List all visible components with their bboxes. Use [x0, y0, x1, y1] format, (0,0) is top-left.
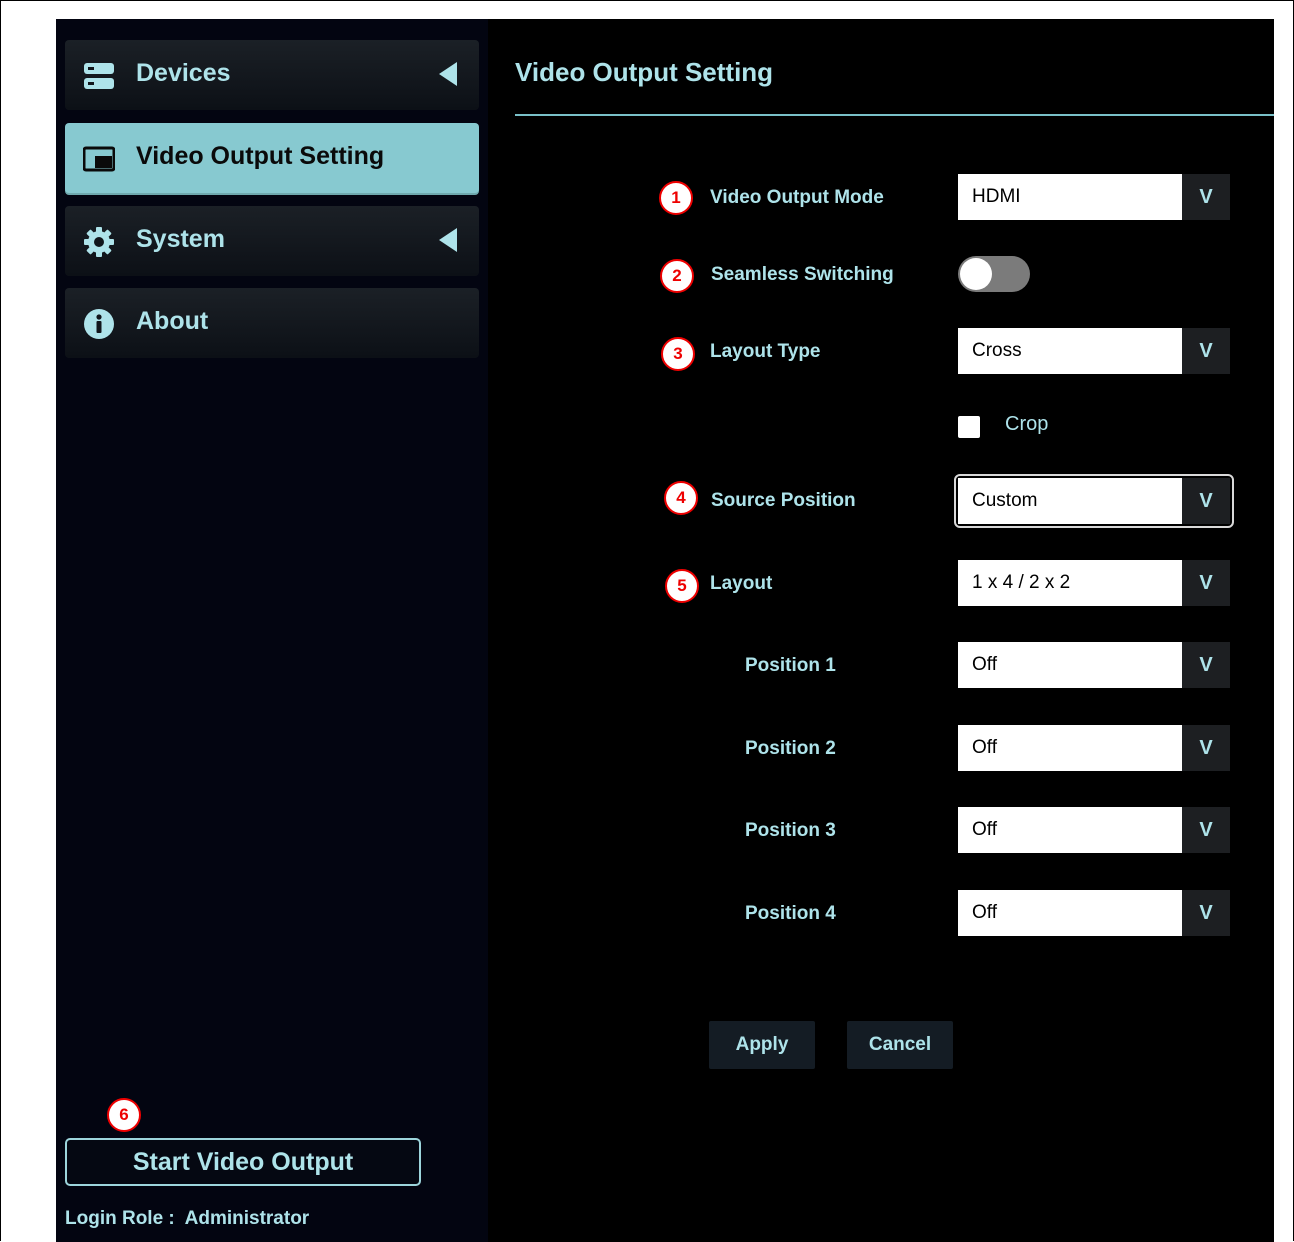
cancel-button[interactable]: Cancel — [847, 1021, 953, 1069]
chevron-down-icon[interactable]: V — [1182, 174, 1230, 220]
seamless-switching-label: Seamless Switching — [711, 264, 894, 285]
info-icon — [84, 309, 114, 339]
chevron-down-icon[interactable]: V — [1182, 478, 1230, 524]
select-value: Cross — [958, 328, 1182, 374]
crop-label: Crop — [1005, 413, 1049, 435]
sidebar-item-label: Video Output Setting — [136, 142, 385, 170]
position-3-select[interactable]: Off V — [958, 807, 1230, 853]
picture-in-picture-icon — [83, 146, 115, 172]
sidebar: Devices Video Output Setting System Abou… — [56, 19, 488, 1242]
sidebar-item-about[interactable]: About — [65, 288, 479, 358]
chevron-down-icon[interactable]: V — [1182, 328, 1230, 374]
start-video-output-button[interactable]: Start Video Output — [65, 1138, 421, 1186]
chevron-down-icon[interactable]: V — [1182, 890, 1230, 936]
select-value: Custom — [958, 478, 1182, 524]
sidebar-item-system[interactable]: System — [65, 206, 479, 276]
annotation-badge-1: 1 — [659, 181, 693, 215]
layout-type-select[interactable]: Cross V — [958, 328, 1230, 374]
sidebar-item-label: Devices — [136, 59, 231, 87]
annotation-badge-6: 6 — [107, 1098, 141, 1132]
position-3-label: Position 3 — [745, 820, 836, 841]
select-value: Off — [958, 807, 1182, 853]
crop-checkbox[interactable] — [958, 416, 980, 438]
select-value: Off — [958, 725, 1182, 771]
chevron-down-icon[interactable]: V — [1182, 560, 1230, 606]
login-role-value: Administrator — [184, 1208, 310, 1229]
gear-icon — [84, 227, 114, 257]
position-4-label: Position 4 — [745, 903, 836, 924]
sidebar-item-label: System — [136, 225, 225, 253]
position-4-select[interactable]: Off V — [958, 890, 1230, 936]
annotation-badge-3: 3 — [661, 337, 695, 371]
sidebar-item-devices[interactable]: Devices — [65, 40, 479, 110]
apply-button[interactable]: Apply — [709, 1021, 815, 1069]
login-role-label: Login Role : — [65, 1208, 175, 1229]
position-1-select[interactable]: Off V — [958, 642, 1230, 688]
video-output-mode-label: Video Output Mode — [710, 187, 884, 208]
position-1-label: Position 1 — [745, 655, 836, 676]
sidebar-item-label: About — [136, 307, 209, 335]
position-2-select[interactable]: Off V — [958, 725, 1230, 771]
annotation-badge-4: 4 — [664, 481, 698, 515]
select-value: 1 x 4 / 2 x 2 — [958, 560, 1182, 606]
app-window: Devices Video Output Setting System Abou… — [56, 19, 1274, 1242]
chevron-down-icon[interactable]: V — [1182, 725, 1230, 771]
select-value: Off — [958, 642, 1182, 688]
sidebar-item-video-output-setting[interactable]: Video Output Setting — [65, 123, 479, 193]
collapse-arrow-icon — [439, 228, 457, 252]
page-title: Video Output Setting — [515, 57, 774, 87]
title-divider — [515, 114, 1274, 116]
select-value: HDMI — [958, 174, 1182, 220]
layout-label: Layout — [710, 573, 773, 594]
annotation-badge-5: 5 — [665, 569, 699, 603]
layout-type-label: Layout Type — [710, 341, 821, 362]
seamless-switching-toggle[interactable] — [958, 256, 1030, 292]
position-2-label: Position 2 — [745, 738, 836, 759]
login-role: Login Role : Administrator — [65, 1208, 309, 1230]
video-output-mode-select[interactable]: HDMI V — [958, 174, 1230, 220]
chevron-down-icon[interactable]: V — [1182, 807, 1230, 853]
source-position-select[interactable]: Custom V — [954, 474, 1234, 528]
annotation-badge-2: 2 — [660, 259, 694, 293]
select-value: Off — [958, 890, 1182, 936]
server-icon — [84, 63, 114, 89]
source-position-label: Source Position — [711, 490, 856, 511]
toggle-knob — [960, 258, 992, 290]
layout-select[interactable]: 1 x 4 / 2 x 2 V — [958, 560, 1230, 606]
chevron-down-icon[interactable]: V — [1182, 642, 1230, 688]
collapse-arrow-icon — [439, 62, 457, 86]
